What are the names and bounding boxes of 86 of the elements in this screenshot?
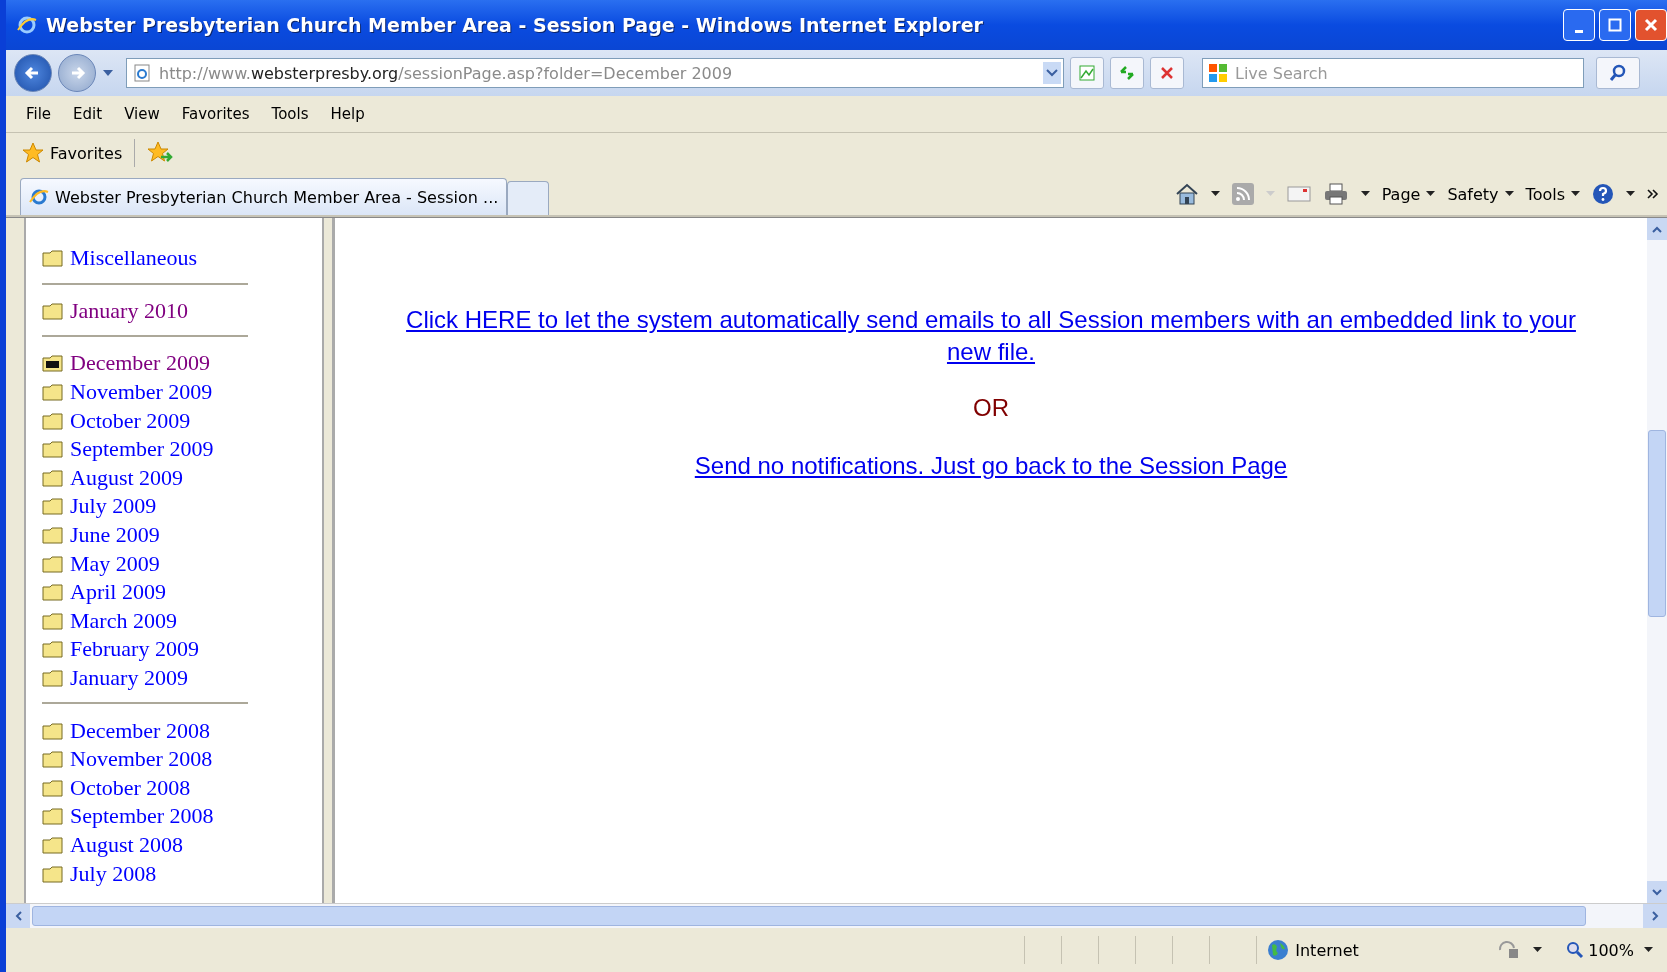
windows-logo-icon: [1208, 63, 1228, 83]
magnifier-icon: [1566, 941, 1585, 959]
command-menu[interactable]: Tools: [1525, 184, 1580, 204]
send-emails-link[interactable]: Click HERE to let the system automatically send emails to all Session members with an embedded link to your new file.: [391, 304, 1591, 368]
zoom-level[interactable]: 100%: [1566, 940, 1634, 960]
caret-icon: [1265, 191, 1275, 197]
folder-link[interactable]: September 2009: [70, 436, 214, 463]
maximize-button[interactable]: [1599, 9, 1631, 41]
scroll-left-icon[interactable]: [14, 911, 22, 921]
horizontal-scrollbar[interactable]: [6, 903, 1667, 928]
browser-tab[interactable]: Webster Presbyterian Church Member Area - Session ...: [20, 178, 508, 215]
search-field[interactable]: Live Search: [1202, 58, 1584, 88]
star-icon: [22, 142, 44, 164]
help-icon[interactable]: [1592, 183, 1614, 205]
folder-link[interactable]: November 2009: [70, 379, 213, 406]
address-field[interactable]: http://www.websterpresby.org/sessionPage.asp?folder=December 2009: [126, 58, 1064, 88]
printer-icon[interactable]: [1322, 183, 1349, 205]
command-menu[interactable]: Page: [1381, 184, 1436, 204]
scroll-right-icon[interactable]: [1651, 911, 1659, 921]
folder-link[interactable]: October 2008: [70, 774, 191, 801]
folder-link[interactable]: December 2008: [70, 717, 210, 744]
folder-link[interactable]: October 2009: [70, 407, 191, 434]
dropdown-arrow-icon[interactable]: [102, 69, 114, 77]
folder-link[interactable]: January 2009: [70, 665, 188, 691]
folder-link[interactable]: December 2009: [70, 350, 210, 377]
refresh-button[interactable]: [1110, 57, 1144, 89]
folder-link[interactable]: August 2009: [70, 464, 184, 491]
caret-icon[interactable]: [1533, 947, 1543, 953]
search-button[interactable]: [1596, 57, 1640, 89]
menu-item[interactable]: Favorites: [181, 105, 250, 123]
ie-logo-icon: [16, 14, 38, 36]
folder-link[interactable]: April 2009: [70, 579, 166, 606]
chevron-icon[interactable]: [1647, 189, 1659, 199]
menu-item[interactable]: Help: [330, 105, 365, 123]
scroll-down-icon[interactable]: [1652, 888, 1662, 896]
folder-link[interactable]: June 2009: [70, 522, 160, 549]
or-text: OR: [973, 394, 1009, 422]
page-icon: [133, 64, 151, 82]
caret-icon: [1571, 191, 1580, 197]
scroll-thumb[interactable]: [32, 906, 1586, 926]
folder-link[interactable]: Miscellaneous: [70, 245, 198, 272]
caret-icon[interactable]: [1626, 191, 1635, 197]
back-button[interactable]: [14, 54, 52, 92]
menu-item[interactable]: Edit: [73, 105, 103, 123]
command-menu[interactable]: Safety: [1447, 184, 1514, 204]
page-chart-icon: [1078, 64, 1096, 82]
close-icon: [1644, 18, 1658, 32]
home-icon[interactable]: [1174, 183, 1199, 205]
folder-link[interactable]: September 2008: [70, 803, 214, 830]
back-link[interactable]: Send no notifications. Just go back to the Session Page: [694, 450, 1288, 482]
ie-logo-icon: [29, 187, 49, 207]
feed-icon[interactable]: [1231, 183, 1254, 205]
minimize-button[interactable]: [1563, 9, 1595, 41]
menu-item[interactable]: File: [26, 105, 52, 123]
globe-icon: [1267, 939, 1290, 961]
menu-item[interactable]: View: [124, 105, 160, 123]
favorites-button[interactable]: Favorites: [22, 142, 123, 164]
caret-icon[interactable]: [1210, 191, 1220, 197]
caret-icon[interactable]: [1360, 191, 1370, 197]
search-icon: [1609, 64, 1627, 82]
stop-button[interactable]: [1150, 57, 1184, 89]
close-button[interactable]: [1635, 9, 1667, 41]
vertical-scrollbar[interactable]: [1647, 218, 1667, 903]
scroll-up-icon[interactable]: [1652, 225, 1662, 233]
minimize-icon: [1575, 29, 1583, 33]
folder-link[interactable]: July 2009: [70, 493, 157, 520]
add-favorite-icon[interactable]: [147, 141, 174, 165]
folder-link[interactable]: November 2008: [70, 746, 213, 773]
menu-item[interactable]: Tools: [271, 105, 309, 123]
compatibility-button[interactable]: [1070, 57, 1104, 89]
folder-link[interactable]: July 2008: [70, 860, 157, 887]
caret-icon: [1504, 191, 1514, 197]
window-title: Webster Presbyterian Church Member Area - Session Page - Windows Internet Explorer: [46, 14, 983, 36]
scroll-thumb[interactable]: [1648, 430, 1666, 617]
folder-link[interactable]: May 2009: [70, 550, 160, 577]
folder-link[interactable]: February 2009: [70, 636, 199, 663]
maximize-icon: [1608, 18, 1622, 32]
folder-link[interactable]: January 2010: [70, 297, 188, 324]
refresh-icon: [1118, 64, 1136, 82]
folder-link[interactable]: August 2008: [70, 832, 184, 858]
caret-icon[interactable]: [1644, 947, 1653, 953]
forward-button[interactable]: [58, 54, 96, 92]
caret-icon: [1426, 191, 1436, 197]
mail-icon[interactable]: [1286, 185, 1311, 203]
folder-link[interactable]: March 2009: [70, 607, 177, 634]
zone-label: Internet: [1295, 940, 1359, 960]
